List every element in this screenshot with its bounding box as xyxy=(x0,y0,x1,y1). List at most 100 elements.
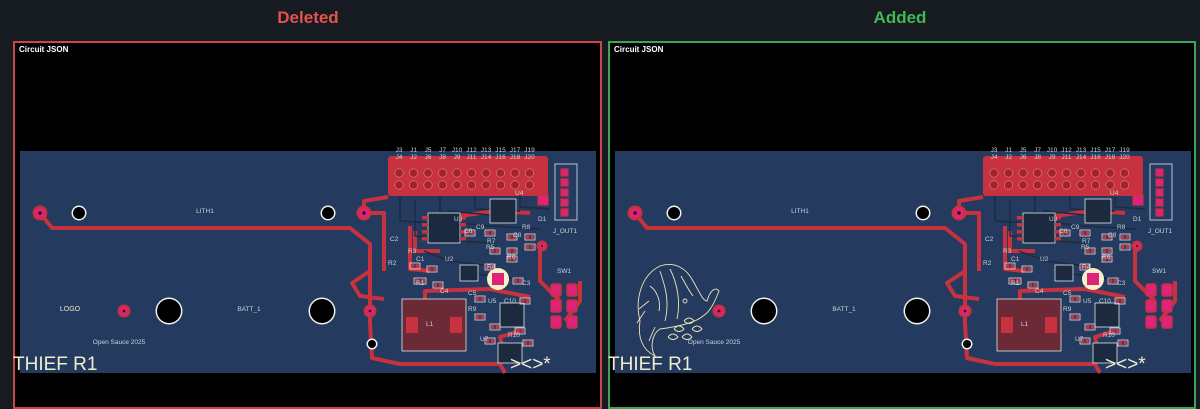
component-ref: R3 xyxy=(408,248,417,255)
connector-label-bottom: J20 xyxy=(524,154,535,161)
smd-pad xyxy=(486,231,490,235)
ic-pin xyxy=(422,237,428,241)
jout-pad xyxy=(1155,198,1164,207)
diode-pad xyxy=(1132,194,1144,206)
component-ref: U5 xyxy=(488,298,497,305)
component-ref: C6 xyxy=(1059,228,1068,235)
header-pin xyxy=(423,168,433,178)
battery-label-batt: BATT_1 xyxy=(237,306,261,313)
board-marker: ><>* xyxy=(510,354,551,375)
smd-pad xyxy=(1075,297,1079,301)
jout-pad xyxy=(560,188,569,197)
connector-label-top: J15 xyxy=(495,147,506,154)
component-ref: U7 xyxy=(480,336,489,343)
smd-pad xyxy=(428,267,432,271)
connector-label-bottom: J8 xyxy=(439,154,446,161)
mount-hole xyxy=(73,207,85,219)
ic-pin xyxy=(1017,237,1023,241)
koi-scale xyxy=(669,268,680,320)
connector-label-top: J15 xyxy=(1090,147,1101,154)
connector-label-top: J5 xyxy=(1020,147,1027,154)
header-pin xyxy=(510,168,520,178)
koi-scale xyxy=(649,285,660,312)
switch-pad xyxy=(1145,315,1157,329)
header-pin xyxy=(510,180,520,190)
lotus-flower xyxy=(691,325,703,332)
drill-hole xyxy=(633,211,637,215)
smd-pad xyxy=(476,297,480,301)
component-ref: SW1 xyxy=(1152,268,1166,275)
back-trace xyxy=(423,250,491,267)
component-ref: R9 xyxy=(1063,306,1072,313)
header-pin xyxy=(1018,168,1028,178)
smd-pad xyxy=(495,249,499,253)
ic-pin xyxy=(1017,216,1023,220)
component-ref: U3 xyxy=(454,216,463,223)
ic-pin xyxy=(422,223,428,227)
component-ref: C9 xyxy=(1071,224,1080,231)
component-ref: D1 xyxy=(538,216,547,223)
component-ref: R2 xyxy=(983,260,992,267)
pcb-drawing: J3J4 J1J2 J5J6 J7J8 J10J9 J12J11 J13J14J15J16 J… xyxy=(13,147,582,375)
component-ref: R4 xyxy=(1082,264,1091,271)
jout-pad xyxy=(1155,168,1164,177)
header-pin xyxy=(1105,168,1115,178)
board-name: THIEF R1 xyxy=(13,354,97,375)
mount-hole xyxy=(157,299,181,323)
board-marker: ><>* xyxy=(1105,354,1146,375)
component-ref: R9 xyxy=(468,306,477,313)
jout-pad xyxy=(560,168,569,177)
jout-pad xyxy=(1155,178,1164,187)
ic-pin xyxy=(460,223,466,227)
pcb-drawing: J3J4 J1J2 J5J6 J7J8 J10J9 J12J11 J13J14J15J16 J… xyxy=(608,147,1177,375)
smd-pad xyxy=(1125,235,1129,239)
component-ref: C3 xyxy=(522,280,531,287)
connector-label-top: J7 xyxy=(439,147,446,154)
component-ref: J_OUT1 xyxy=(1148,228,1173,235)
ic-u5 xyxy=(1094,302,1120,328)
ic-pin xyxy=(460,237,466,241)
mount-hole xyxy=(752,299,776,323)
component-ref: R6 xyxy=(1102,254,1111,261)
component-ref: R3 xyxy=(1003,248,1012,255)
component-ref: R10 xyxy=(1103,332,1115,339)
panel-title: Circuit JSON xyxy=(614,45,664,54)
connector-label-top: J19 xyxy=(524,147,535,154)
header-pin xyxy=(1120,180,1129,190)
smd-pad xyxy=(524,341,528,345)
smd-pad xyxy=(1086,325,1090,329)
component-ref: C2 xyxy=(985,236,994,243)
smd-pad xyxy=(432,267,436,271)
header-pin xyxy=(452,168,462,178)
ic-pin xyxy=(1017,230,1023,234)
component-ref: C4 xyxy=(440,288,449,295)
component-ref: U7 xyxy=(1075,336,1084,343)
connector-label-bottom: J16 xyxy=(495,154,506,161)
header-pin xyxy=(452,180,462,190)
pcb-board[interactable]: J3 J4 J1 J2 J5 J6 J7 J8 J10 J9 J12 J11 J13 J14 J15 J16 J… xyxy=(608,147,1191,375)
component-ref: R4 xyxy=(487,264,496,271)
connector-label-top: J17 xyxy=(510,147,521,154)
smd-pad xyxy=(1119,341,1123,345)
smd-pad xyxy=(1107,249,1111,253)
koi-fin xyxy=(680,275,694,297)
smd-pad xyxy=(530,235,534,239)
component-ref: C2 xyxy=(390,236,399,243)
header-pin xyxy=(1018,180,1028,190)
smd-pad xyxy=(1033,283,1037,287)
drill-hole xyxy=(368,309,372,313)
smd-pad xyxy=(1010,264,1014,268)
switch-pad xyxy=(550,283,562,297)
connector-label-bottom: J9 xyxy=(454,154,461,161)
header-pin xyxy=(1047,168,1057,178)
drill-hole xyxy=(963,309,967,313)
header-pin xyxy=(989,168,999,178)
jout-pad xyxy=(1155,208,1164,217)
connector-label-bottom: J16 xyxy=(1090,154,1101,161)
battery-label-lith: LITH1 xyxy=(791,208,809,215)
switch-pad xyxy=(1145,299,1157,313)
smd-pad xyxy=(528,341,532,345)
connector-label-top: J17 xyxy=(1105,147,1116,154)
connector-label-bottom: J6 xyxy=(425,154,432,161)
pcb-board[interactable]: J3 J4 J1 J2 J5 J6 J7 J8 J10 J9 J12 J11 J13 J14 J15 J16 J… xyxy=(13,147,596,375)
